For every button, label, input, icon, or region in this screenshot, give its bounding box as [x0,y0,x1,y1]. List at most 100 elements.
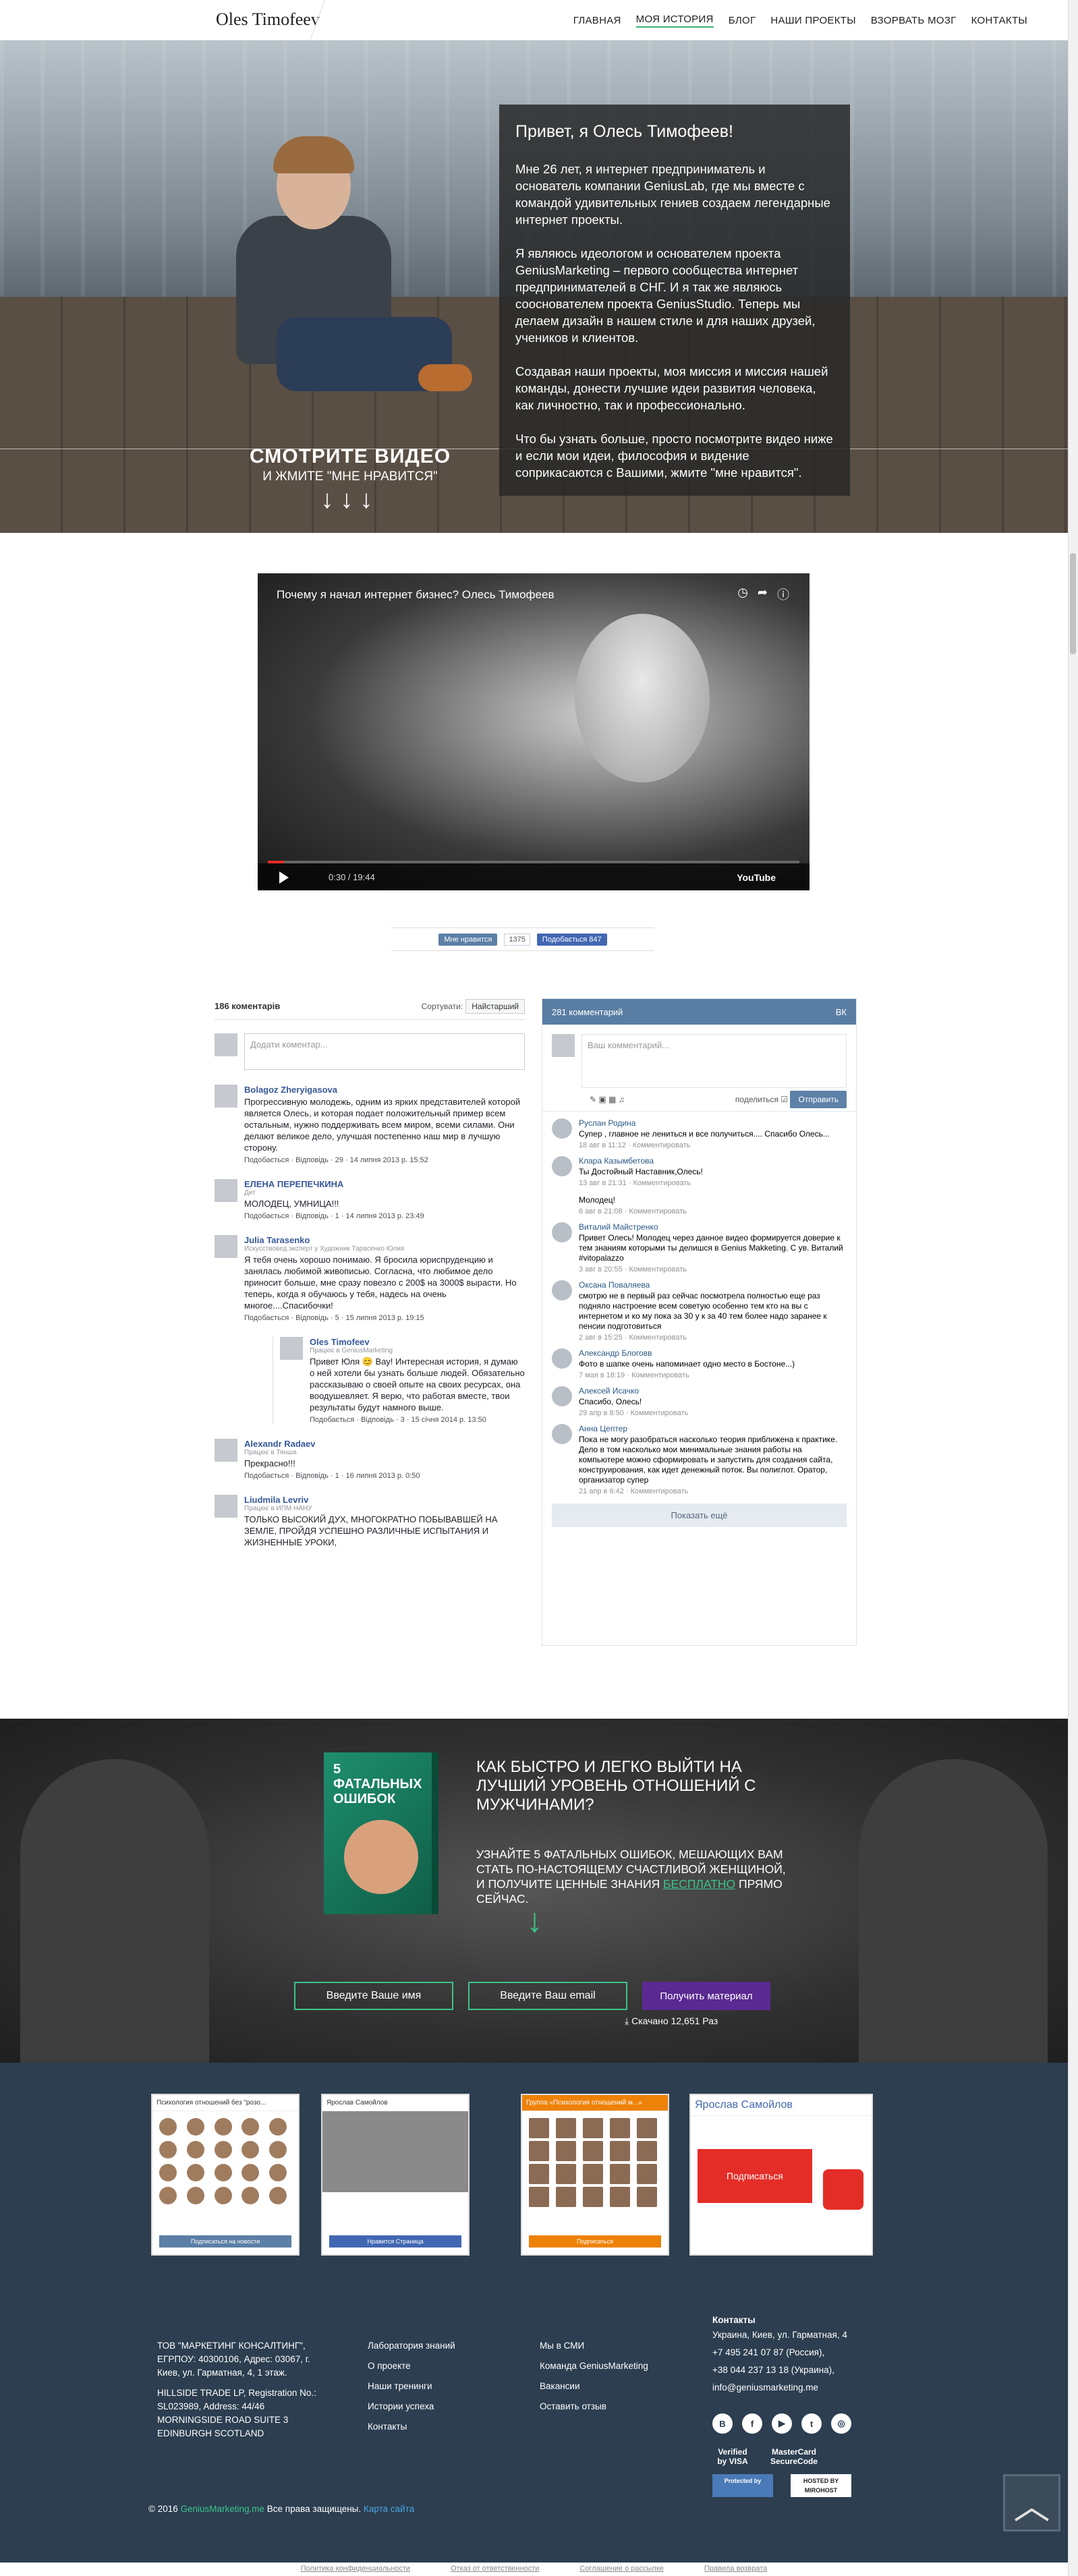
footer-link[interactable]: О проекте [368,2359,455,2373]
vk-logo-icon[interactable]: ВК [836,1007,847,1017]
avatar[interactable] [215,1179,237,1202]
comment-author[interactable]: Liudmila Levriv [244,1495,525,1505]
play-icon[interactable] [279,871,289,884]
newsletter-terms-link[interactable]: Соглашение о рассылке [579,2565,664,2576]
back-to-top-button[interactable]: ︿ [1003,2474,1060,2531]
scrollbar[interactable] [1068,0,1078,2576]
sort-dropdown[interactable]: Найстарший [465,998,525,1014]
youtube-channel-widget[interactable]: Ярослав Самойлов Подписаться [689,2094,873,2256]
youtube-icon[interactable]: ▶ [772,2413,792,2434]
footer-link[interactable]: Вакансии [540,2380,648,2393]
vk-group-widget[interactable]: Психология отношений без "розо... Подпис… [151,2094,300,2256]
nav-item-blow-mind[interactable]: ВЗОРВАТЬ МОЗГ [871,15,957,26]
vk-send-button[interactable]: Отправить [790,1091,847,1108]
attach-icons[interactable]: ✎ ▣ ▦ ♫ [590,1095,625,1104]
instagram-icon[interactable]: ◎ [831,2413,851,2434]
avatar[interactable] [280,1337,303,1360]
comment-meta[interactable]: Подобається · Відповідь · 3 · 15 січня 2… [310,1416,525,1424]
vk-icon[interactable]: В [712,2413,733,2434]
footer-link[interactable]: Истории успеха [368,2400,455,2413]
comment-meta[interactable]: 3 авг в 20:55 · Комментировать [579,1265,847,1273]
avatar[interactable] [215,1495,237,1518]
comment-author[interactable]: Анна Цептер [579,1424,847,1433]
widget-button[interactable]: Подписаться [529,2235,661,2248]
avatar[interactable] [552,1280,572,1300]
scrollbar-thumb[interactable] [1070,553,1076,654]
comment-meta[interactable]: 13 авг в 21:31 · Комментировать [579,1179,703,1187]
fb-like-button[interactable]: Подобається 847 [536,933,607,946]
comment-author[interactable]: Julia Tarasenko [244,1235,525,1245]
get-material-button[interactable]: Получить материал [642,1982,770,2010]
youtube-subscribe-button[interactable]: Подписаться [698,2149,812,2203]
refund-policy-link[interactable]: Правила возврата [704,2565,767,2576]
youtube-logo[interactable]: YouTube [737,872,776,883]
widget-button[interactable]: Подписаться на новости [159,2235,291,2248]
comment-meta[interactable]: Подобається · Відповідь · 1 · 16 липня 2… [244,1472,420,1480]
contact-email[interactable]: info@geniusmarketing.me [712,2381,847,2395]
comment-meta[interactable]: 6 авг в 21:08 · Комментировать [579,1207,687,1215]
sitemap-link[interactable]: Карта сайта [364,2504,414,2514]
share-icon[interactable]: ➦ [758,585,768,603]
ok-group-widget[interactable]: Группа «Психология отношений м...» Подпи… [521,2094,669,2256]
footer-link[interactable]: Лаборатория знаний [368,2339,455,2353]
nav-item-home[interactable]: ГЛАВНАЯ [573,15,621,26]
facebook-icon[interactable]: f [742,2413,762,2434]
twitter-icon[interactable]: t [801,2413,822,2434]
fb-comment-input[interactable]: Додати коментар... [244,1033,525,1070]
comment-author[interactable]: Bolagoz Zheryigasova [244,1085,525,1095]
comment-author[interactable]: Александр Блоговв [579,1348,795,1358]
comment-meta[interactable]: 7 мая в 18:19 · Комментировать [579,1371,795,1379]
comment-author[interactable]: ЕЛЕНА ПЕРЕПЕЧКИНА [244,1179,424,1189]
vk-like-button[interactable]: Мне нравится [438,933,498,946]
footer-link[interactable]: Мы в СМИ [540,2339,648,2353]
contact-phone[interactable]: +38 044 237 13 18 (Украина), [712,2364,847,2377]
footer-link[interactable]: Команда GeniusMarketing [540,2359,648,2373]
comment-author[interactable]: Виталий Майстренко [579,1222,847,1232]
video-player[interactable]: Почему я начал интернет бизнес? Олесь Ти… [258,573,810,890]
avatar[interactable] [552,1386,572,1406]
disclaimer-link[interactable]: Отказ от ответственности [451,2565,539,2576]
avatar[interactable] [215,1085,237,1108]
video-title[interactable]: Почему я начал интернет бизнес? Олесь Ти… [277,588,554,602]
footer-link[interactable]: Оставить отзыв [540,2400,648,2413]
widget-title[interactable]: Ярослав Самойлов [691,2095,872,2116]
widget-button[interactable]: Нравится Страница [329,2235,461,2248]
comment-meta[interactable]: Подобається · Відповідь · 5 · 15 липня 2… [244,1314,525,1322]
avatar[interactable] [215,1235,237,1258]
comment-author[interactable]: Alexandr Radaev [244,1439,420,1449]
comment-author[interactable]: Оксана Поваляева [579,1280,847,1290]
comment-meta[interactable]: Подобається · Відповідь · 29 · 14 липня … [244,1156,525,1164]
comment-author[interactable]: Руслан Родина [579,1118,830,1128]
avatar[interactable] [552,1348,572,1369]
avatar[interactable] [215,1439,237,1462]
comment-meta[interactable]: 21 апр в 6:42 · Комментировать [579,1487,847,1495]
site-link[interactable]: GeniusMarketing.me [180,2504,264,2514]
comment-author[interactable]: Клара Казымбетова [579,1156,703,1166]
free-link[interactable]: БЕСПЛАТНО [663,1877,735,1891]
avatar[interactable] [552,1424,572,1444]
comment-meta[interactable]: Подобається · Відповідь · 1 · 14 липня 2… [244,1212,424,1220]
privacy-link[interactable]: Политика конфиденциальности [301,2565,410,2576]
comment-meta[interactable]: 18 авг в 11:12 · Комментировать [579,1141,830,1149]
show-more-button[interactable]: Показать ещё [552,1504,847,1527]
nav-item-contacts[interactable]: КОНТАКТЫ [971,15,1027,26]
avatar[interactable] [552,1222,572,1242]
vk-comment-input[interactable]: Ваш комментарий... [581,1034,847,1088]
comment-author[interactable]: Oles Timofeev [310,1337,525,1347]
footer-link[interactable]: Наши тренинги [368,2380,455,2393]
widget-title[interactable]: Психология отношений без "розо... [152,2095,298,2111]
share-checkbox-label[interactable]: поделиться [735,1095,778,1104]
widget-title[interactable]: Группа «Психология отношений м...» [522,2095,668,2111]
nav-item-projects[interactable]: НАШИ ПРОЕКТЫ [770,15,855,26]
nav-item-my-story[interactable]: МОЯ ИСТОРИЯ [635,13,714,28]
nav-item-blog[interactable]: БЛОГ [729,15,756,26]
info-icon[interactable]: ⓘ [777,585,789,603]
contact-phone[interactable]: +7 495 241 07 87 (Россия), [712,2346,847,2359]
site-logo[interactable]: Oles Timofeev [216,9,320,30]
widget-title[interactable]: Ярослав Самойлов [322,2095,468,2111]
avatar[interactable] [552,1118,572,1139]
footer-link[interactable]: Контакты [368,2420,455,2434]
email-input[interactable]: Введите Ваш email [468,1982,627,2010]
comment-meta[interactable]: 2 авг в 15:25 · Комментировать [579,1334,847,1342]
comment-meta[interactable]: 29 апр в 8:50 · Комментировать [579,1409,688,1417]
